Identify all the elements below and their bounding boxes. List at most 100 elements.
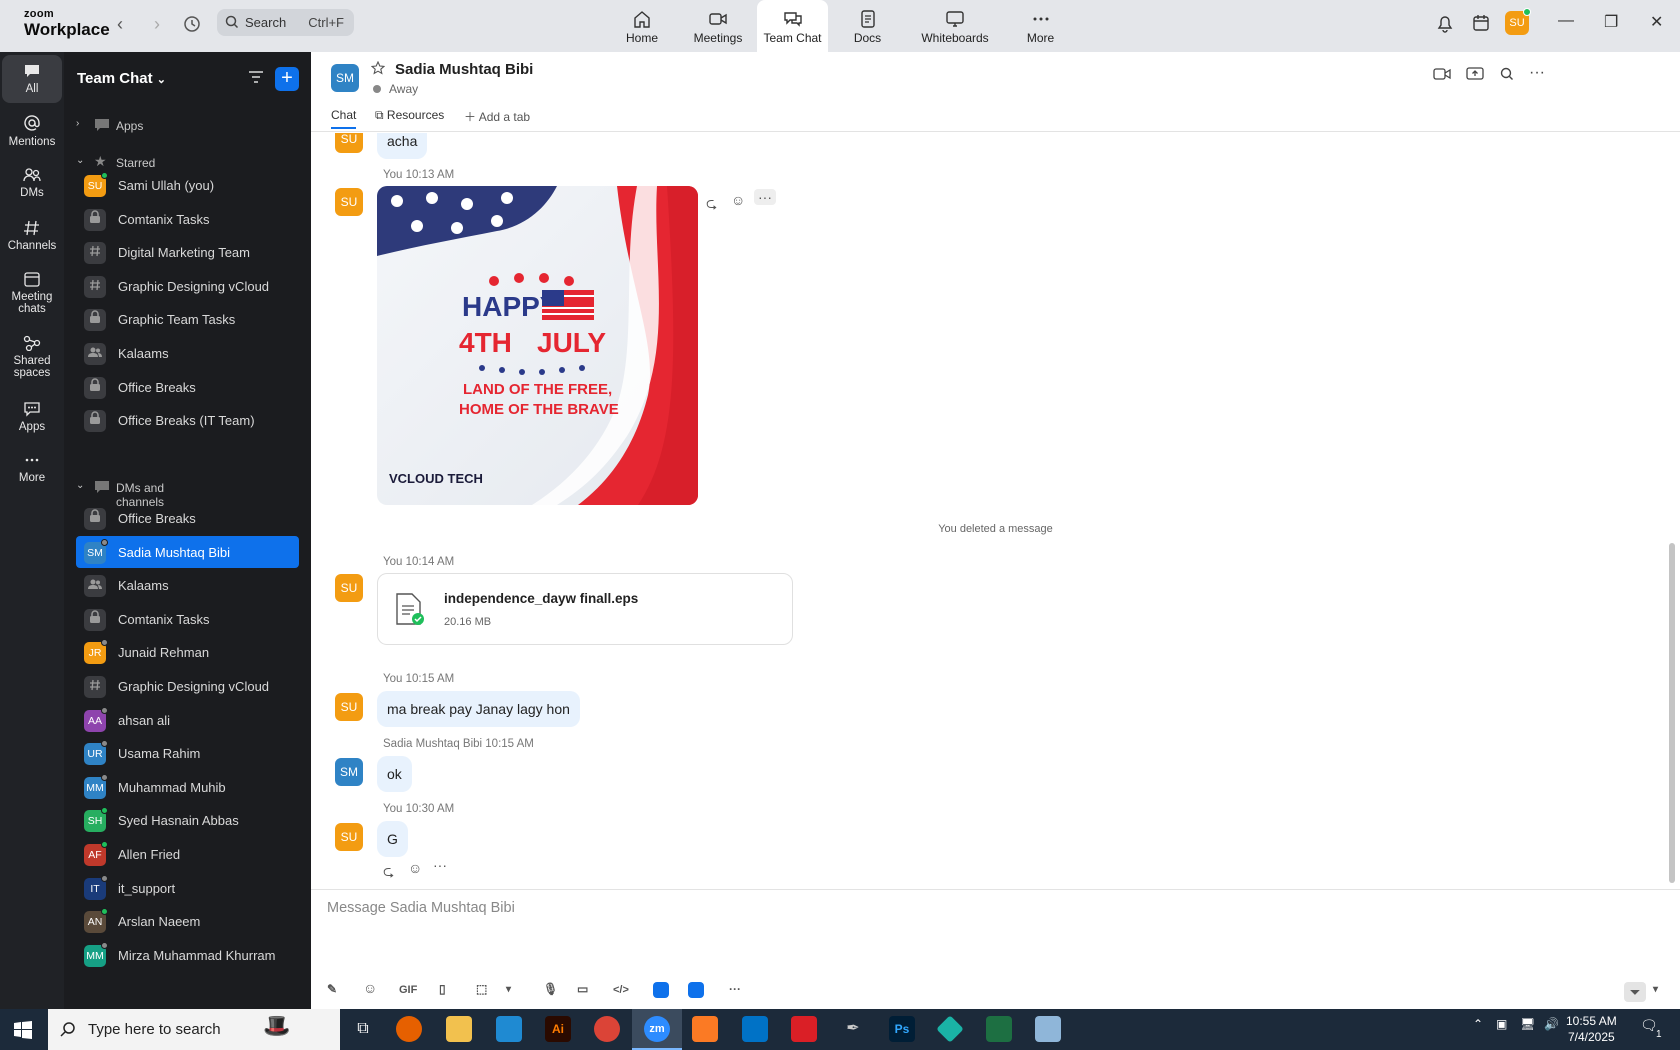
sidebar-item[interactable]: SM Sadia Mushtaq Bibi	[76, 535, 299, 568]
sender-avatar[interactable]: SM	[335, 758, 363, 786]
app-icon[interactable]	[936, 1015, 964, 1043]
app-icon[interactable]	[653, 982, 669, 998]
sidebar-item[interactable]: Office Breaks	[76, 502, 299, 534]
zoom-taskbar-item[interactable]: zm	[632, 1009, 682, 1050]
chrome-icon[interactable]	[594, 1016, 620, 1042]
notepad-icon[interactable]	[1035, 1016, 1061, 1042]
file-icon[interactable]: ▯	[439, 982, 446, 996]
forward-arrow-icon[interactable]: ›	[145, 12, 169, 36]
tab-docs[interactable]: Docs	[845, 0, 890, 52]
message-bubble[interactable]: acha	[377, 133, 428, 159]
close-icon[interactable]: ✕	[1650, 12, 1663, 32]
tab-home[interactable]: Home	[616, 0, 668, 52]
contact-name[interactable]: Sadia Mushtaq Bibi	[395, 61, 533, 78]
network-icon[interactable]: 🖥	[1520, 1017, 1535, 1031]
rail-item-shared-spaces[interactable]: Shared spaces	[2, 335, 62, 379]
rail-item-mentions[interactable]: Mentions	[2, 114, 62, 148]
taskbar-search[interactable]: Type here to search 🎩	[48, 1009, 340, 1050]
reply-icon[interactable]: ⮎	[706, 193, 717, 217]
tab-more[interactable]: More	[1023, 0, 1058, 52]
sidebar-item[interactable]: JR Junaid Rehman	[76, 636, 299, 668]
star-icon[interactable]	[370, 60, 386, 78]
xampp-icon[interactable]	[692, 1016, 718, 1042]
more-options-icon[interactable]: ···	[729, 982, 741, 996]
volume-icon[interactable]: 🔊	[1544, 1017, 1559, 1031]
contact-avatar[interactable]: SM	[331, 64, 359, 92]
minimize-icon[interactable]: —	[1558, 12, 1574, 30]
rail-item-apps[interactable]: Apps	[2, 401, 62, 433]
sidebar-item[interactable]: AF Allen Fried	[76, 838, 299, 870]
sidebar-item[interactable]: Kalaams	[76, 337, 299, 369]
emoji-icon[interactable]: ☺	[408, 860, 422, 876]
shared-image[interactable]: HAPPY 4TH JULY LAND OF THE FREE, HOME OF…	[377, 186, 698, 505]
code-icon[interactable]: </>	[613, 984, 629, 996]
outlook-icon[interactable]	[742, 1016, 768, 1042]
chevron-up-icon[interactable]: ⌃	[1473, 1017, 1483, 1031]
send-options-icon[interactable]: ⏷	[1624, 982, 1646, 1002]
sidebar-item[interactable]: MM Muhammad Muhib	[76, 771, 299, 803]
rail-item-all[interactable]: All	[2, 55, 62, 103]
sidebar-title[interactable]: Team Chat ⌄	[77, 70, 166, 87]
emoji-icon[interactable]: ☺	[731, 192, 745, 208]
sidebar-item[interactable]: MM Mirza Muhammad Khurram	[76, 939, 299, 971]
message-bubble[interactable]: ok	[377, 756, 412, 792]
rail-item-dms[interactable]: DMs	[2, 167, 62, 199]
sidebar-item[interactable]: Comtanix Tasks	[76, 203, 299, 235]
tab-chat[interactable]: Chat	[331, 108, 357, 129]
sidebar-item[interactable]: Digital Marketing Team	[76, 236, 299, 268]
chevron-down-icon[interactable]: ▾	[506, 984, 511, 995]
file-attachment[interactable]: independence_dayw finall.eps 20.16 MB	[377, 573, 793, 645]
sidebar-item[interactable]: AN Arslan Naeem	[76, 905, 299, 937]
bell-icon[interactable]	[1436, 13, 1454, 36]
sidebar-item[interactable]: SH Syed Hasnain Abbas	[76, 804, 299, 836]
sidebar-item[interactable]: Graphic Designing vCloud	[76, 670, 299, 702]
video-call-icon[interactable]	[1433, 67, 1451, 84]
search-box[interactable]: Search Ctrl+F	[217, 9, 354, 36]
vscode-icon[interactable]	[496, 1016, 522, 1042]
screenshot-icon[interactable]: ⬚	[476, 982, 487, 996]
sender-avatar[interactable]: SU	[335, 133, 363, 153]
maximize-icon[interactable]: ❐	[1604, 12, 1618, 32]
task-view-icon[interactable]: ⧉	[350, 1016, 376, 1042]
photoshop-icon[interactable]: Ps	[889, 1016, 915, 1042]
file-explorer-icon[interactable]	[446, 1016, 472, 1042]
search-icon[interactable]	[1500, 67, 1514, 84]
sidebar-item[interactable]: AA ahsan ali	[76, 704, 299, 736]
message-bubble[interactable]: G	[377, 821, 408, 857]
message-bubble[interactable]: ma break pay Janay lagy hon	[377, 691, 580, 727]
pen-tool-icon[interactable]: ✒	[840, 1016, 866, 1042]
more-options-icon[interactable]: ···	[754, 189, 776, 205]
calendar-icon[interactable]	[1472, 13, 1490, 36]
sidebar-item[interactable]: UR Usama Rahim	[76, 737, 299, 769]
sender-avatar[interactable]: SU	[335, 823, 363, 851]
reply-icon[interactable]: ⮎	[383, 861, 394, 885]
tray-app-icon[interactable]: ▣	[1496, 1017, 1507, 1031]
history-icon[interactable]	[180, 12, 204, 36]
excel-icon[interactable]	[986, 1016, 1012, 1042]
tab-team-chat[interactable]: Team Chat	[757, 0, 828, 52]
sidebar-item[interactable]: Office Breaks	[76, 371, 299, 403]
system-clock[interactable]: 10:55 AM 7/4/2025	[1566, 1013, 1617, 1045]
sidebar-item[interactable]: Office Breaks (IT Team)	[76, 404, 299, 436]
illustrator-icon[interactable]: Ai	[545, 1016, 571, 1042]
composer-input[interactable]: Message Sadia Mushtaq Bibi	[327, 900, 515, 916]
tab-resources[interactable]: ⧉ Resources	[375, 108, 444, 123]
firefox-icon[interactable]	[396, 1016, 422, 1042]
app-icon[interactable]	[688, 982, 704, 998]
more-options-icon[interactable]: ···	[1529, 64, 1545, 82]
scrollbar[interactable]	[1669, 543, 1675, 883]
chevron-down-icon[interactable]: ▾	[1653, 984, 1658, 995]
video-message-icon[interactable]: ▭	[577, 982, 588, 996]
rail-item-channels[interactable]: Channels	[2, 220, 62, 252]
sender-avatar[interactable]: SU	[335, 693, 363, 721]
back-arrow-icon[interactable]: ‹	[108, 12, 132, 36]
rail-item-meeting-chats[interactable]: Meeting chats	[2, 271, 62, 315]
tab-meetings[interactable]: Meetings	[690, 0, 746, 52]
sidebar-item[interactable]: SU Sami Ullah (you)	[76, 169, 299, 201]
microphone-icon[interactable]: 🎙	[543, 982, 558, 996]
gif-button[interactable]: GIF	[399, 984, 417, 996]
format-icon[interactable]: ✎	[327, 982, 337, 996]
more-options-icon[interactable]: ···	[433, 857, 447, 873]
filter-icon[interactable]	[247, 68, 265, 89]
creative-cloud-icon[interactable]	[791, 1016, 817, 1042]
